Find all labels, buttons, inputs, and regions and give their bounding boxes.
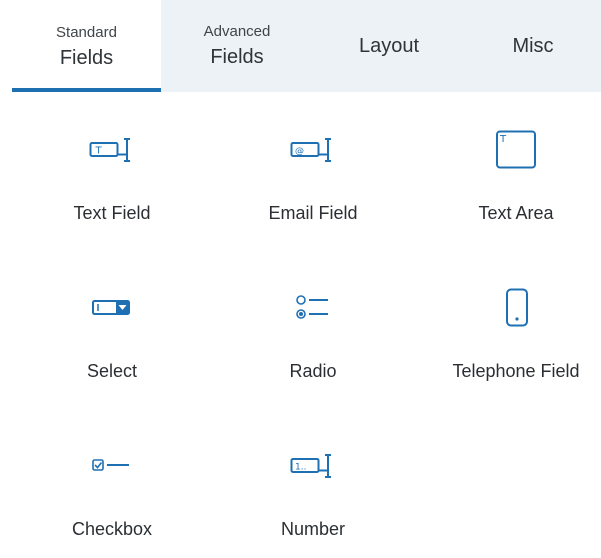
number-field-icon: 1.. — [283, 444, 343, 488]
radio-icon — [283, 286, 343, 330]
field-email-field[interactable]: @ Email Field — [218, 92, 408, 242]
field-radio[interactable]: Radio — [218, 250, 408, 400]
tab-standard-fields[interactable]: Standard Fields — [12, 0, 161, 92]
field-label: Radio — [289, 361, 337, 381]
email-field-icon-glyph: @ — [295, 147, 304, 157]
tab-layout-label: Layout — [358, 35, 420, 57]
field-telephone-field[interactable]: Telephone Field — [421, 250, 601, 400]
field-type-tabs: Standard Fields Advanced Fields Layout M… — [12, 0, 601, 92]
email-field-icon: @ — [283, 128, 343, 172]
tab-misc-label: Misc — [512, 35, 554, 57]
tab-advanced-fields[interactable]: Advanced Fields — [161, 0, 313, 92]
field-text-field[interactable]: T Text Field — [17, 92, 207, 242]
select-icon — [82, 286, 142, 330]
text-area-icon: T — [486, 128, 546, 172]
field-select[interactable]: Select — [17, 250, 207, 400]
field-label: Number — [280, 519, 346, 539]
field-label: Text Field — [73, 203, 151, 223]
field-text-area[interactable]: T Text Area — [421, 92, 601, 242]
field-label: Telephone Field — [452, 361, 580, 381]
tab-advanced-small-label: Advanced — [203, 23, 271, 40]
tab-advanced-big-label: Fields — [210, 46, 264, 68]
text-area-icon-glyph: T — [499, 134, 507, 145]
field-label: Checkbox — [71, 519, 153, 539]
tab-standard-big-label: Fields — [59, 47, 114, 69]
text-field-icon: T — [82, 128, 142, 172]
tab-layout[interactable]: Layout — [313, 0, 465, 92]
field-label: Text Area — [478, 203, 554, 223]
telephone-field-icon — [486, 286, 546, 330]
checkbox-icon — [82, 444, 142, 488]
field-label: Select — [86, 361, 138, 381]
tab-standard-small-label: Standard — [56, 24, 117, 41]
number-field-icon-glyph: 1.. — [295, 463, 306, 473]
text-field-icon-glyph: T — [95, 146, 103, 157]
tab-misc[interactable]: Misc — [465, 0, 601, 92]
field-label: Email Field — [268, 203, 358, 223]
